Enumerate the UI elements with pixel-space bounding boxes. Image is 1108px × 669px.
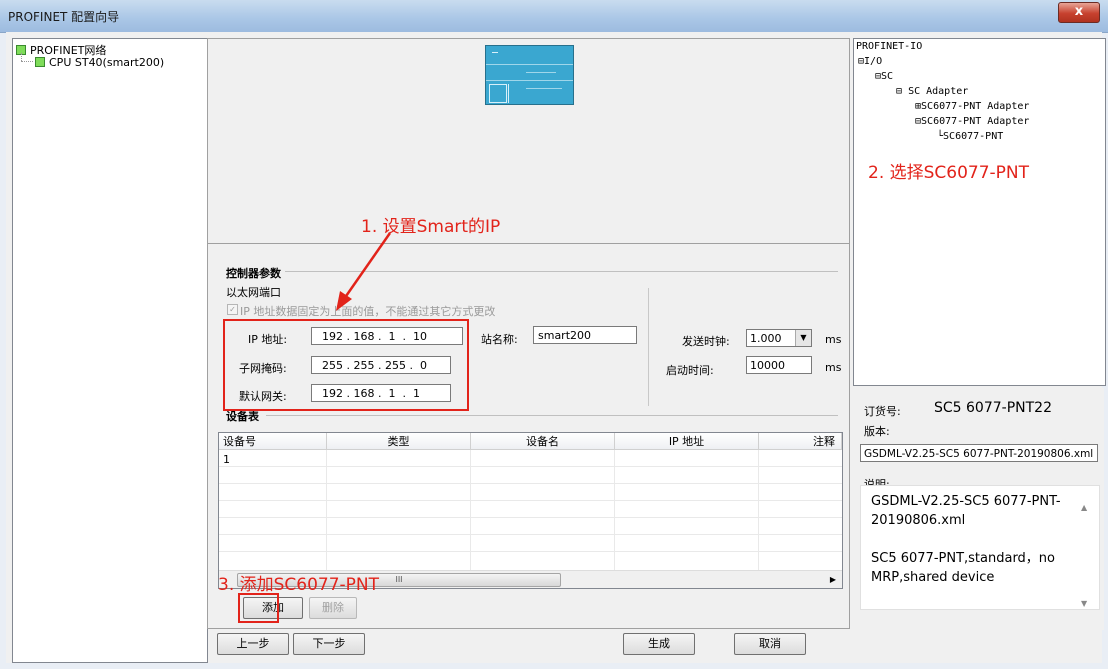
- scroll-up-icon[interactable]: ▲: [1081, 498, 1087, 517]
- table-row: [219, 551, 842, 552]
- profinet-wizard-window: PROFINET 配置向导 x PROFINET网络 CPU ST40(smar…: [0, 0, 1108, 669]
- tree-node-io[interactable]: ⊟I/O: [858, 56, 882, 67]
- startup-time-unit: ms: [825, 361, 842, 374]
- table-row: [219, 517, 842, 518]
- tree-node-sc[interactable]: ⊟SC: [875, 71, 893, 82]
- send-clock-label: 发送时钟:: [682, 335, 730, 348]
- gsdml-file-field[interactable]: GSDML-V2.25-SC5 6077-PNT-20190806.xml: [860, 444, 1098, 462]
- tree-connector: [21, 61, 33, 63]
- generate-button[interactable]: 生成: [623, 633, 695, 655]
- tree-node-cpu[interactable]: CPU ST40(smart200): [35, 56, 164, 69]
- add-button-highlight: [238, 593, 279, 623]
- version-label: 版本:: [864, 425, 890, 438]
- column-header-comment[interactable]: 注释: [759, 433, 842, 450]
- send-clock-unit: ms: [825, 333, 842, 346]
- cpu-device-icon[interactable]: [485, 45, 574, 105]
- device-line: [486, 80, 573, 81]
- column-header-device-name[interactable]: 设备名: [471, 433, 615, 450]
- device-line: [526, 72, 556, 73]
- device-line: [492, 52, 498, 53]
- order-number-label: 订货号:: [864, 405, 901, 418]
- table-row: [219, 466, 842, 467]
- tree-node-pnt-adapter-1[interactable]: ⊞SC6077-PNT Adapter: [915, 101, 1029, 112]
- tree-node-profinet-io[interactable]: PROFINET-IO: [856, 41, 922, 52]
- description-box[interactable]: GSDML-V2.25-SC5 6077-PNT- 20190806.xml S…: [860, 485, 1100, 610]
- cpu-node-icon: [35, 57, 45, 67]
- tree-node-label: SC6077-PNT: [943, 131, 1004, 142]
- chevron-down-icon[interactable]: ▼: [795, 330, 811, 346]
- annotation-step-2: 2. 选择SC6077-PNT: [868, 163, 1030, 183]
- tree-node-label: SC: [881, 71, 894, 82]
- description-line: MRP,shared device: [871, 570, 995, 585]
- order-number-value: SC5 6077-PNT22: [934, 400, 1052, 416]
- tree-connector: [21, 53, 23, 61]
- tree-node-label: SC6077-PNT Adapter: [921, 101, 1030, 112]
- annotation-step-3: 3. 添加SC6077-PNT: [218, 575, 380, 595]
- tree-node-label: SC6077-PNT Adapter: [921, 116, 1030, 127]
- tree-node-sc-adapter[interactable]: ⊟ SC Adapter: [896, 86, 968, 97]
- description-line: 20190806.xml: [871, 513, 966, 528]
- fixed-ip-checkbox[interactable]: ✓: [227, 304, 238, 315]
- device-table[interactable]: 设备号 类型 设备名 IP 地址 注释 1 III ▶: [218, 432, 843, 589]
- tree-node-label: SC Adapter: [908, 86, 969, 97]
- station-name-label: 站名称:: [481, 333, 518, 346]
- window-title: PROFINET 配置向导: [8, 10, 120, 24]
- table-cell-device-number: 1: [223, 453, 230, 466]
- next-button[interactable]: 下一步: [293, 633, 365, 655]
- device-line: [508, 84, 509, 103]
- close-button[interactable]: x: [1058, 2, 1100, 23]
- device-line: [486, 64, 573, 65]
- column-header-device-number[interactable]: 设备号: [219, 433, 327, 450]
- device-line: [526, 88, 562, 89]
- group-divider: [266, 415, 838, 416]
- column-line: [614, 450, 615, 570]
- description-line: GSDML-V2.25-SC5 6077-PNT-: [871, 494, 1061, 509]
- tree-node-sc6077-pnt[interactable]: └SC6077-PNT: [937, 131, 1003, 142]
- ethernet-port-icon: [489, 84, 507, 103]
- network-tree[interactable]: PROFINET网络 CPU ST40(smart200): [12, 38, 208, 663]
- catalog-tree[interactable]: PROFINET-IO ⊟I/O ⊟SC ⊟ SC Adapter ⊞SC607…: [853, 38, 1106, 386]
- column-line: [470, 450, 471, 570]
- delete-button[interactable]: 删除: [309, 597, 357, 619]
- scroll-right-icon[interactable]: ▶: [826, 573, 840, 586]
- arrow-shaft: [342, 232, 392, 300]
- description-line: SC5 6077-PNT,standard，no: [871, 551, 1055, 566]
- tree-node-label: CPU ST40(smart200): [49, 56, 165, 69]
- table-row: [219, 534, 842, 535]
- table-row: [219, 483, 842, 484]
- tree-node-pnt-adapter-2[interactable]: ⊟SC6077-PNT Adapter: [915, 116, 1029, 127]
- tree-node-label: I/O: [864, 56, 883, 67]
- column-line: [758, 450, 759, 570]
- title-bar: PROFINET 配置向导 x: [0, 0, 1108, 33]
- startup-time-label: 启动时间:: [666, 364, 714, 377]
- arrow-head: [336, 291, 352, 311]
- annotation-arrow: [336, 232, 392, 311]
- ip-settings-highlight: [223, 319, 469, 411]
- column-line: [326, 450, 327, 570]
- previous-button[interactable]: 上一步: [217, 633, 289, 655]
- collapse-icon[interactable]: ⊟: [896, 86, 902, 97]
- cancel-button[interactable]: 取消: [734, 633, 806, 655]
- controller-params-title: 控制器参数: [226, 267, 281, 280]
- send-clock-value: 1.000: [750, 332, 782, 345]
- vertical-divider: [648, 288, 649, 406]
- scroll-down-icon[interactable]: ▼: [1081, 594, 1087, 613]
- column-header-type[interactable]: 类型: [327, 433, 471, 450]
- startup-time-input[interactable]: 10000: [746, 356, 812, 374]
- send-clock-select[interactable]: 1.000 ▼: [746, 329, 812, 347]
- ethernet-port-label: 以太网端口: [226, 286, 281, 299]
- table-row: [219, 500, 842, 501]
- column-header-ip-address[interactable]: IP 地址: [615, 433, 759, 450]
- station-name-input[interactable]: smart200: [533, 326, 637, 344]
